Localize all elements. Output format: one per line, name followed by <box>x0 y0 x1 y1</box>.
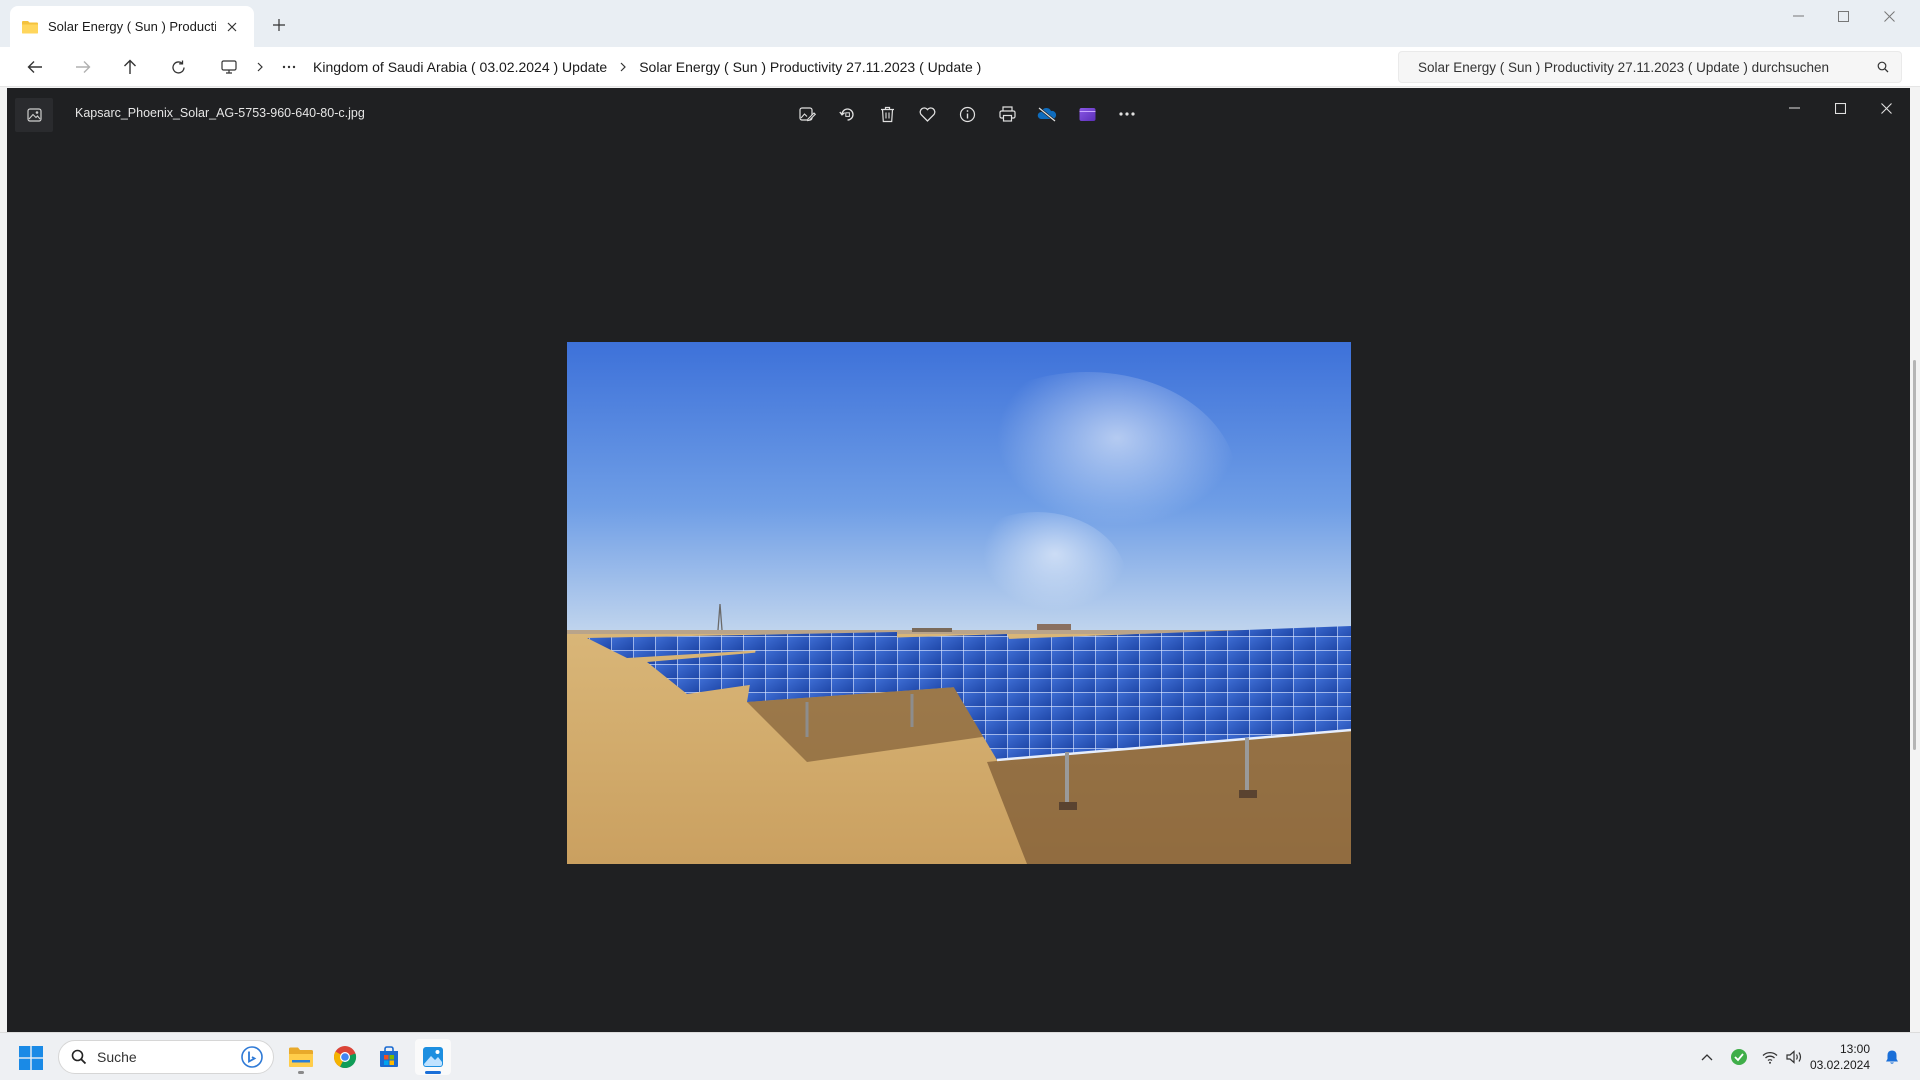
this-pc-icon[interactable] <box>215 53 243 81</box>
search-box[interactable] <box>1398 51 1902 83</box>
tab-solar-energy[interactable]: Solar Energy ( Sun ) Productivi <box>10 6 254 47</box>
volume-icon[interactable] <box>1784 1047 1804 1067</box>
search-icon <box>71 1049 87 1065</box>
chevron-right-icon[interactable] <box>246 53 274 81</box>
wifi-icon[interactable] <box>1760 1047 1780 1067</box>
solar-panels-photo <box>567 342 1351 864</box>
clipchamp-icon[interactable] <box>1067 101 1107 127</box>
explorer-minimize-icon[interactable] <box>1775 2 1821 30</box>
bing-icon[interactable] <box>241 1046 263 1068</box>
store-icon <box>377 1045 401 1069</box>
favorite-icon[interactable] <box>907 101 947 127</box>
windows-start-icon[interactable] <box>16 1043 46 1073</box>
tab-label: Solar Energy ( Sun ) Productivi <box>48 19 216 34</box>
rotate-icon[interactable] <box>827 101 867 127</box>
forward-icon[interactable] <box>69 53 97 81</box>
clock-date: 03.02.2024 <box>1809 1058 1870 1072</box>
back-icon[interactable] <box>21 53 49 81</box>
refresh-icon[interactable] <box>164 53 192 81</box>
taskbar-file-explorer[interactable] <box>283 1039 319 1075</box>
viewer-toolbar <box>787 101 1147 127</box>
photos-icon <box>421 1045 445 1069</box>
scrollbar-thumb[interactable] <box>1913 360 1916 750</box>
taskbar-store[interactable] <box>371 1039 407 1075</box>
folder-icon <box>288 1046 314 1068</box>
running-indicator <box>425 1071 441 1074</box>
clock-time: 13:00 <box>1839 1042 1870 1056</box>
file-name: Kapsarc_Phoenix_Solar_AG-5753-960-640-80… <box>75 106 365 120</box>
new-tab-icon[interactable] <box>268 14 290 36</box>
notification-bell-icon[interactable] <box>1882 1047 1902 1067</box>
viewer-close-icon[interactable] <box>1863 94 1909 122</box>
chevron-right-icon[interactable] <box>619 62 627 72</box>
viewer-minimize-icon[interactable] <box>1771 94 1817 122</box>
tab-bar: Solar Energy ( Sun ) Productivi <box>0 0 1920 47</box>
explorer-close-icon[interactable] <box>1866 2 1912 30</box>
print-icon[interactable] <box>987 101 1027 127</box>
photos-app-icon[interactable] <box>15 98 53 132</box>
tab-close-icon[interactable] <box>222 17 242 37</box>
running-indicator <box>298 1071 304 1074</box>
more-locations-icon[interactable] <box>275 53 303 81</box>
taskbar-chrome[interactable] <box>327 1039 363 1075</box>
folder-icon <box>22 20 38 34</box>
more-icon[interactable] <box>1107 101 1147 127</box>
edit-image-icon[interactable] <box>787 101 827 127</box>
taskbar-photos[interactable] <box>415 1039 451 1075</box>
search-icon[interactable] <box>1877 61 1889 73</box>
show-hidden-icons-icon[interactable] <box>1697 1047 1717 1067</box>
breadcrumb-item[interactable]: Kingdom of Saudi Arabia ( 03.02.2024 ) U… <box>313 59 607 75</box>
address-bar: Kingdom of Saudi Arabia ( 03.02.2024 ) U… <box>0 47 1920 87</box>
chrome-icon <box>333 1045 357 1069</box>
breadcrumb-item[interactable]: Solar Energy ( Sun ) Productivity 27.11.… <box>639 59 981 75</box>
breadcrumb: Kingdom of Saudi Arabia ( 03.02.2024 ) U… <box>313 53 981 81</box>
taskbar-search-label: Suche <box>97 1049 137 1065</box>
onedrive-icon[interactable] <box>1027 101 1067 127</box>
explorer-maximize-icon[interactable] <box>1820 2 1866 30</box>
taskbar: Suche 13:00 03.02.2024 <box>0 1032 1920 1080</box>
system-clock[interactable]: 13:00 03.02.2024 <box>1806 1041 1870 1073</box>
info-icon[interactable] <box>947 101 987 127</box>
viewer-maximize-icon[interactable] <box>1817 94 1863 122</box>
up-icon[interactable] <box>116 53 144 81</box>
search-input[interactable] <box>1418 59 1877 75</box>
viewer-titlebar: Kapsarc_Phoenix_Solar_AG-5753-960-640-80… <box>7 88 1910 138</box>
security-shield-icon[interactable] <box>1729 1047 1749 1067</box>
taskbar-search[interactable]: Suche <box>58 1040 274 1074</box>
photo-viewer-window: Kapsarc_Phoenix_Solar_AG-5753-960-640-80… <box>7 88 1910 1032</box>
delete-icon[interactable] <box>867 101 907 127</box>
